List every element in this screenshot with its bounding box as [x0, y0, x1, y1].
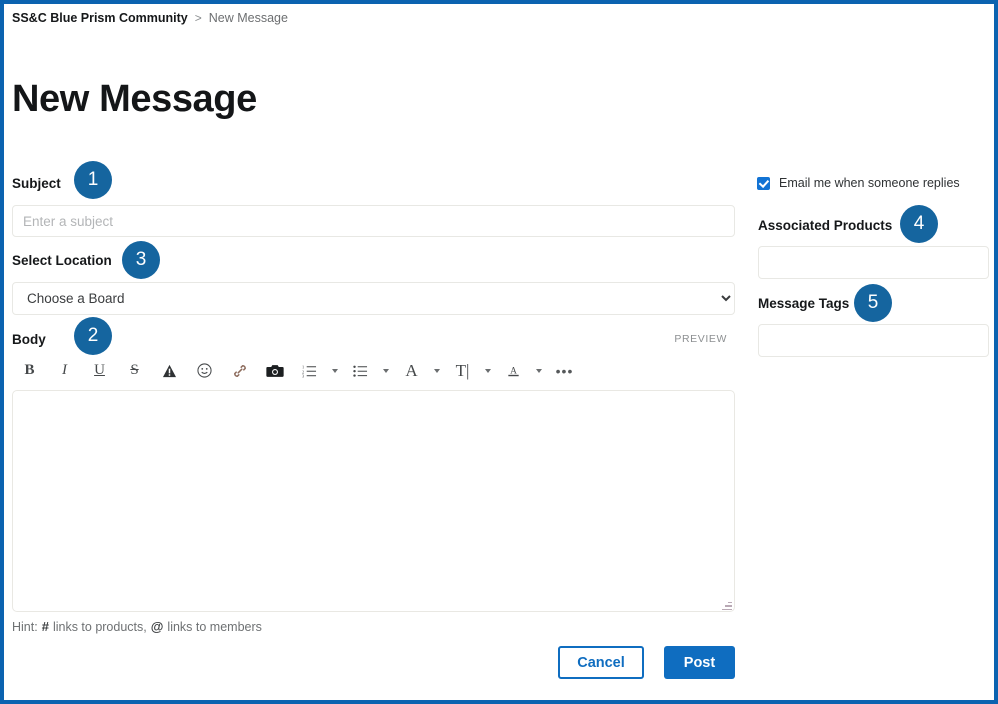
- step-badge-2: 2: [74, 317, 112, 355]
- camera-icon[interactable]: [257, 358, 292, 384]
- associated-products-input[interactable]: [758, 246, 989, 279]
- hint-prefix: Hint:: [12, 619, 38, 634]
- board-select[interactable]: Choose a Board: [12, 282, 735, 315]
- hint-at-text: links to members: [167, 619, 262, 634]
- step-badge-4: 4: [900, 205, 938, 243]
- cancel-button[interactable]: Cancel: [558, 646, 644, 679]
- breadcrumb-current: New Message: [208, 11, 288, 25]
- font-family-icon[interactable]: A: [394, 358, 429, 384]
- text-size-icon[interactable]: T|: [445, 358, 480, 384]
- email-notify-row[interactable]: Email me when someone replies: [757, 176, 960, 190]
- bullet-list-icon[interactable]: [343, 358, 378, 384]
- page-title: New Message: [12, 78, 257, 120]
- body-textarea[interactable]: [12, 390, 735, 612]
- link-icon[interactable]: [222, 358, 257, 384]
- svg-text:3: 3: [302, 373, 304, 377]
- subject-input[interactable]: [12, 205, 735, 237]
- subject-label: Subject: [12, 176, 61, 191]
- numbered-list-icon[interactable]: 1 2 3: [292, 358, 327, 384]
- new-message-page: SS&C Blue Prism Community > New Message …: [4, 4, 994, 700]
- screenshot-frame: SS&C Blue Prism Community > New Message …: [0, 0, 998, 704]
- editor-toolbar: B I U S 1 2 3 A T| A •••: [12, 356, 735, 385]
- more-options-icon[interactable]: •••: [547, 358, 582, 384]
- bullet-list-dropdown-icon[interactable]: [378, 358, 394, 384]
- step-badge-3: 3: [122, 241, 160, 279]
- post-button[interactable]: Post: [664, 646, 735, 679]
- font-family-dropdown-icon[interactable]: [429, 358, 445, 384]
- message-tags-label: Message Tags: [758, 296, 850, 311]
- text-color-icon[interactable]: A: [496, 358, 531, 384]
- select-location-label: Select Location: [12, 253, 112, 268]
- message-tags-input[interactable]: [758, 324, 989, 357]
- at-icon: @: [150, 619, 164, 634]
- text-size-dropdown-icon[interactable]: [480, 358, 496, 384]
- text-color-dropdown-icon[interactable]: [531, 358, 547, 384]
- associated-products-label: Associated Products: [758, 218, 893, 233]
- underline-icon[interactable]: U: [82, 358, 117, 384]
- email-notify-checkbox[interactable]: [757, 176, 770, 190]
- breadcrumb: SS&C Blue Prism Community > New Message: [12, 11, 288, 25]
- hint-hash-text: links to products,: [52, 619, 147, 634]
- breadcrumb-root-link[interactable]: SS&C Blue Prism Community: [12, 11, 188, 25]
- highlight-warning-icon[interactable]: [152, 358, 187, 384]
- email-notify-label: Email me when someone replies: [779, 176, 960, 190]
- step-badge-5: 5: [854, 284, 892, 322]
- italic-icon[interactable]: I: [47, 358, 82, 384]
- bold-icon[interactable]: B: [12, 358, 47, 384]
- breadcrumb-separator-icon: >: [194, 11, 202, 25]
- body-hint: Hint: # links to products, @ links to me…: [12, 619, 262, 634]
- body-label: Body: [12, 332, 46, 347]
- strikethrough-icon[interactable]: S: [117, 358, 152, 384]
- numbered-list-dropdown-icon[interactable]: [327, 358, 343, 384]
- emoji-icon[interactable]: [187, 358, 222, 384]
- hash-icon: #: [41, 619, 49, 634]
- preview-toggle[interactable]: PREVIEW: [674, 333, 727, 345]
- step-badge-1: 1: [74, 161, 112, 199]
